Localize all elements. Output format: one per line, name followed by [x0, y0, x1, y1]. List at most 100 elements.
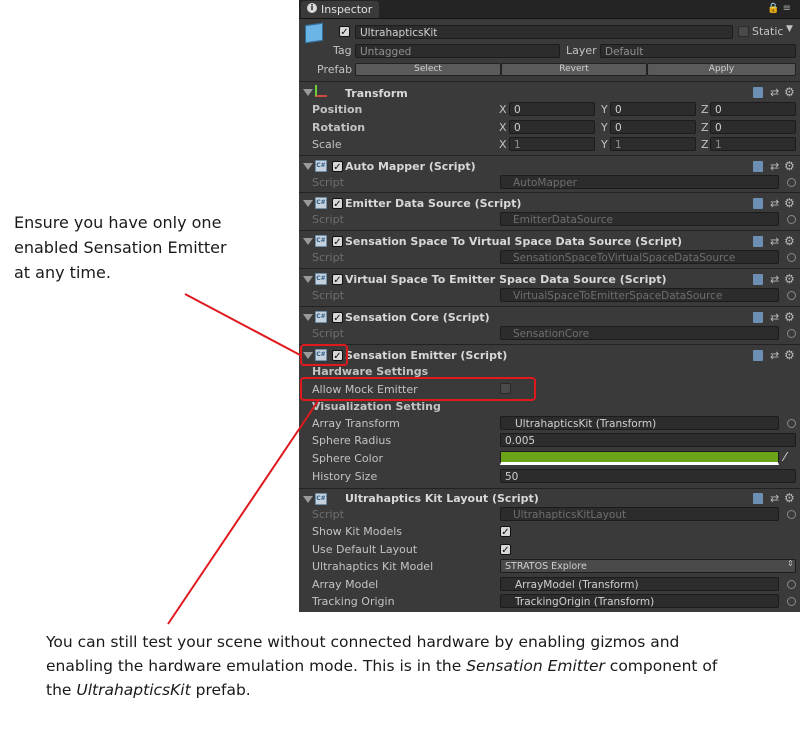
sensation-space-title: Sensation Space To Virtual Space Data So… — [345, 235, 682, 248]
sensation-space-enabled-checkbox[interactable]: ✓ — [332, 236, 343, 248]
sphere-radius-input[interactable]: 0.005 — [500, 433, 796, 447]
position-y-input[interactable]: 0 — [610, 102, 696, 116]
rotation-x-input[interactable]: 0 — [509, 120, 595, 134]
sphere-color-swatch[interactable] — [500, 451, 779, 465]
prefab-apply-button[interactable]: Apply — [647, 63, 796, 76]
auto-mapper-script-field[interactable]: AutoMapper — [500, 175, 779, 189]
emitter-data-source-enabled-checkbox[interactable]: ✓ — [332, 198, 343, 210]
prefab-revert-button[interactable]: Revert — [501, 63, 647, 76]
gear-icon[interactable]: ⚙ — [784, 348, 795, 362]
gear-icon[interactable]: ⚙ — [784, 234, 795, 248]
scale-x-input[interactable]: 1 — [509, 137, 595, 151]
use-default-layout-label: Use Default Layout — [312, 543, 418, 556]
array-transform-field[interactable]: UltrahapticsKit (Transform) — [500, 416, 779, 430]
history-size-input[interactable]: 50 — [500, 469, 796, 483]
presets-icon[interactable]: ⇄ — [770, 311, 779, 324]
sensation-space-script-field[interactable]: SensationSpaceToVirtualSpaceDataSource — [500, 250, 779, 264]
emitter-data-source-script-label: Script — [312, 213, 344, 226]
layer-dropdown[interactable]: Default — [600, 44, 796, 58]
tab-inspector[interactable]: i Inspector — [301, 1, 379, 18]
inspector-panel: i Inspector 🔒≡ ✓ UltrahapticsKit Static … — [299, 0, 800, 612]
lock-menu-icon[interactable]: 🔒≡ — [767, 3, 794, 14]
foldout-kit-layout-icon[interactable] — [303, 496, 313, 503]
gear-icon[interactable]: ⚙ — [784, 159, 795, 173]
virtual-space-script-field[interactable]: VirtualSpaceToEmitterSpaceDataSource — [500, 288, 779, 302]
divider — [299, 344, 800, 345]
gear-icon[interactable]: ⚙ — [784, 491, 795, 505]
presets-icon[interactable]: ⇄ — [770, 492, 779, 505]
kit-layout-script-field[interactable]: UltrahapticsKitLayout — [500, 507, 779, 521]
eyedropper-icon[interactable]: ⁄ — [784, 450, 786, 464]
object-picker-icon[interactable] — [787, 419, 796, 428]
tag-label: Tag — [333, 44, 352, 57]
prefab-select-button[interactable]: Select — [355, 63, 501, 76]
emitter-data-source-script-field[interactable]: EmitterDataSource — [500, 212, 779, 226]
virtual-space-enabled-checkbox[interactable]: ✓ — [332, 274, 343, 286]
script-file-icon: C# — [315, 273, 327, 285]
foldout-transform-icon[interactable] — [303, 89, 313, 96]
tracking-origin-field[interactable]: TrackingOrigin (Transform) — [500, 594, 779, 608]
presets-icon[interactable]: ⇄ — [770, 160, 779, 173]
help-book-icon[interactable] — [753, 493, 763, 504]
highlight-emitter-checkbox — [300, 344, 348, 366]
show-kit-models-label: Show Kit Models — [312, 525, 403, 538]
help-book-icon[interactable] — [753, 236, 763, 247]
object-picker-icon[interactable] — [787, 597, 796, 606]
kit-model-dropdown[interactable]: STRATOS Explore — [500, 559, 796, 573]
tag-dropdown[interactable]: Untagged — [355, 44, 560, 58]
foldout-auto-mapper-icon[interactable] — [303, 163, 313, 170]
presets-icon[interactable]: ⇄ — [770, 273, 779, 286]
object-picker-icon[interactable] — [787, 510, 796, 519]
auto-mapper-enabled-checkbox[interactable]: ✓ — [332, 161, 343, 173]
rotation-y-input[interactable]: 0 — [610, 120, 696, 134]
position-x-input[interactable]: 0 — [509, 102, 595, 116]
divider — [299, 306, 800, 307]
help-book-icon[interactable] — [753, 198, 763, 209]
object-picker-icon[interactable] — [787, 291, 796, 300]
static-checkbox[interactable] — [738, 26, 749, 37]
foldout-emitter-data-source-icon[interactable] — [303, 200, 313, 207]
presets-icon[interactable]: ⇄ — [770, 349, 779, 362]
object-picker-icon[interactable] — [787, 178, 796, 187]
presets-icon[interactable]: ⇄ — [770, 235, 779, 248]
show-kit-models-checkbox[interactable]: ✓ — [500, 526, 511, 538]
presets-icon[interactable]: ⇄ — [770, 86, 779, 99]
script-file-icon: C# — [315, 493, 327, 505]
foldout-sensation-space-icon[interactable] — [303, 238, 313, 245]
help-book-icon[interactable] — [753, 312, 763, 323]
object-picker-icon[interactable] — [787, 329, 796, 338]
help-book-icon[interactable] — [753, 350, 763, 361]
rotation-z-input[interactable]: 0 — [710, 120, 796, 134]
object-name-input[interactable]: UltrahapticsKit — [355, 25, 733, 39]
foldout-virtual-space-icon[interactable] — [303, 276, 313, 283]
gear-icon[interactable]: ⚙ — [784, 272, 795, 286]
scale-z-input[interactable]: 1 — [710, 137, 796, 151]
object-active-checkbox[interactable]: ✓ — [339, 26, 350, 38]
array-model-field[interactable]: ArrayModel (Transform) — [500, 577, 779, 591]
static-dropdown-arrow-icon[interactable]: ▼ — [786, 24, 793, 34]
sensation-emitter-title: Sensation Emitter (Script) — [345, 349, 508, 362]
gear-icon[interactable]: ⚙ — [784, 85, 795, 99]
sphere-color-label: Sphere Color — [312, 452, 383, 465]
help-book-icon[interactable] — [753, 87, 763, 98]
foldout-sensation-core-icon[interactable] — [303, 314, 313, 321]
gear-icon[interactable]: ⚙ — [784, 310, 795, 324]
divider — [299, 155, 800, 156]
help-book-icon[interactable] — [753, 274, 763, 285]
arrow-to-mock-emitter — [167, 400, 319, 625]
sensation-core-enabled-checkbox[interactable]: ✓ — [332, 312, 343, 324]
position-y-label: Y — [601, 103, 608, 116]
sensation-core-script-field[interactable]: SensationCore — [500, 326, 779, 340]
scale-y-label: Y — [601, 138, 608, 151]
virtual-space-header-icons: ⇄ ⚙ — [753, 272, 797, 286]
object-picker-icon[interactable] — [787, 253, 796, 262]
presets-icon[interactable]: ⇄ — [770, 197, 779, 210]
scale-y-input[interactable]: 1 — [610, 137, 696, 151]
gear-icon[interactable]: ⚙ — [784, 196, 795, 210]
help-book-icon[interactable] — [753, 161, 763, 172]
position-z-input[interactable]: 0 — [710, 102, 796, 116]
object-picker-icon[interactable] — [787, 580, 796, 589]
use-default-layout-checkbox[interactable]: ✓ — [500, 544, 511, 556]
divider — [299, 488, 800, 489]
object-picker-icon[interactable] — [787, 215, 796, 224]
